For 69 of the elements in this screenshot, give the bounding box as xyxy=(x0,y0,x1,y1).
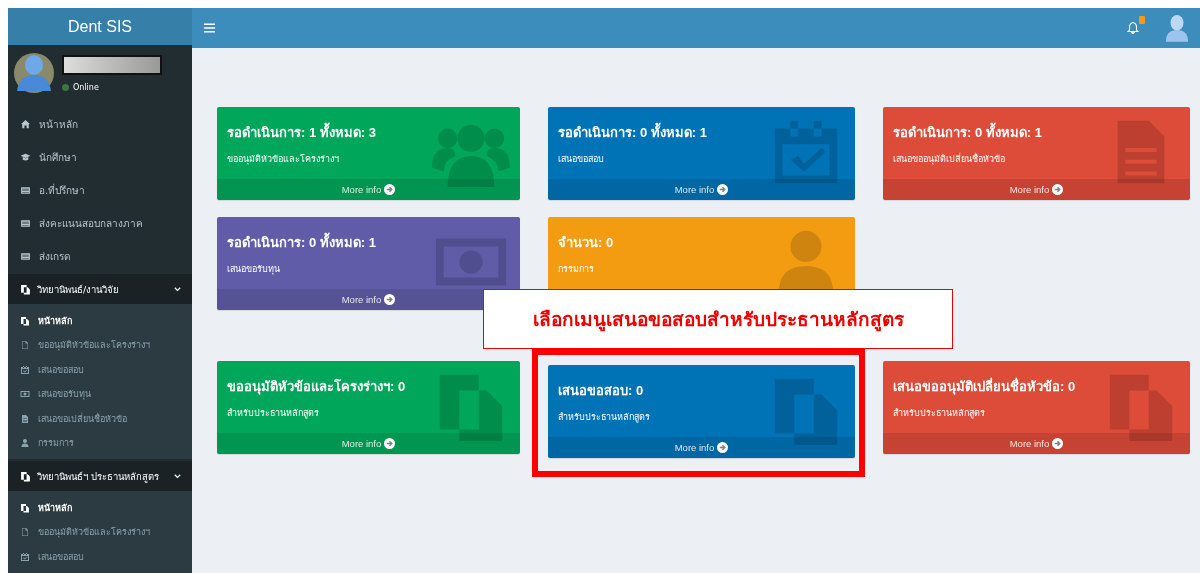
arrow-circle-icon xyxy=(1052,184,1064,195)
calendar-check-icon xyxy=(20,364,30,375)
card-subtitle: สำหรับประธานหลักสูตร xyxy=(227,407,320,420)
card-subtitle: กรรมการ xyxy=(558,263,595,276)
card-subtitle: เสนอขออนุมัติเปลี่ยนชื่อหัวข้อ xyxy=(893,152,1006,166)
arrow-circle-icon xyxy=(1052,438,1064,449)
files-icon xyxy=(20,470,31,482)
avatar-icon[interactable] xyxy=(1164,13,1190,43)
card-subtitle: ขออนุมัติหัวข้อและโครงร่างฯ xyxy=(227,153,340,166)
avatar-icon xyxy=(14,51,54,96)
files-icon xyxy=(20,283,31,295)
files-icon xyxy=(20,502,30,513)
card-title: รอดำเนินการ: 0 ทั้งหมด: 1 xyxy=(893,122,1180,143)
submenu-item[interactable]: เสนอขอสอบ xyxy=(8,544,192,569)
arrow-circle-icon xyxy=(717,184,729,195)
menu-item[interactable]: นักศึกษา xyxy=(8,141,192,175)
submenu-item[interactable]: ขออนุมัติหัวข้อและโครงร่างฯ xyxy=(8,519,192,545)
home-icon xyxy=(20,119,31,131)
chevron-icon xyxy=(173,471,182,481)
list-icon xyxy=(20,217,31,229)
list-icon xyxy=(20,184,31,196)
user-icon xyxy=(20,438,30,449)
calendar-check-icon xyxy=(20,551,30,562)
card-subtitle: สำหรับประธานหลักสูตร xyxy=(893,407,986,420)
more-info-link[interactable]: More info xyxy=(217,179,520,200)
more-info-link[interactable]: More info xyxy=(883,179,1190,200)
card-title: รอดำเนินการ: 0 ทั้งหมด: 1 xyxy=(227,232,510,253)
submenu-item[interactable]: หน้าหลัก xyxy=(8,495,192,520)
submenu-item[interactable]: เสนอขอสอบ xyxy=(8,357,192,382)
notification-bell-icon[interactable] xyxy=(1124,19,1142,37)
more-info-link[interactable]: More info xyxy=(548,437,855,458)
card-title: เสนอขอสอบ: 0 xyxy=(558,382,645,400)
menu-section[interactable]: วิทยานิพนธ์/งานวิจัย xyxy=(8,274,192,305)
list-icon xyxy=(20,250,31,262)
user-status: Online xyxy=(62,83,162,93)
card-title: รอดำเนินการ: 1 ทั้งหมด: 3 xyxy=(227,122,510,143)
document-icon xyxy=(20,413,30,424)
submenu-item[interactable]: เสนอขอรับทุน xyxy=(8,381,192,407)
arrow-circle-icon xyxy=(384,184,396,195)
card-title: รอดำเนินการ: 0 ทั้งหมด: 1 xyxy=(558,122,845,143)
chevron-icon xyxy=(173,284,182,294)
app-logo[interactable]: Dent SIS xyxy=(8,8,192,46)
files-icon xyxy=(20,315,30,326)
menu-section[interactable]: วิทยานิพนธ์ฯ ประธานหลักสูตร xyxy=(8,461,192,492)
file-icon xyxy=(20,527,30,538)
more-info-link[interactable]: More info xyxy=(217,433,520,454)
file-icon xyxy=(20,340,30,351)
more-info-link[interactable]: More info xyxy=(883,433,1190,454)
banknote-icon xyxy=(20,389,30,400)
arrow-circle-icon xyxy=(384,294,396,305)
card-title: เสนอขออนุมัติเปลี่ยนชื่อหัวข้อ: 0 xyxy=(893,376,1077,397)
arrow-circle-icon xyxy=(717,442,729,453)
submenu-item[interactable]: หน้าหลัก xyxy=(8,308,192,333)
menu-item[interactable]: ส่งเกรด xyxy=(8,239,192,273)
card-subtitle: สำหรับประธานหลักสูตร xyxy=(558,411,651,424)
graduation-cap-icon xyxy=(20,152,31,164)
card-title: ขออนุมัติหัวข้อและโครงร่างฯ: 0 xyxy=(227,378,407,397)
card-subtitle: เสนอขอรับทุน xyxy=(227,263,281,276)
instruction-tooltip: เลือกเมนูเสนอขอสอบสำหรับประธานหลักสูตร xyxy=(483,289,953,349)
menu-item[interactable]: อ.ที่ปรึกษา xyxy=(8,174,192,207)
card-title: จำนวน: 0 xyxy=(558,234,615,252)
arrow-circle-icon xyxy=(384,438,396,449)
more-info-link[interactable]: More info xyxy=(548,179,855,200)
submenu-item[interactable]: เสนอขอเปลี่ยนชื่อหัวข้อ xyxy=(8,406,192,431)
submenu-item[interactable]: กรรมการ xyxy=(8,430,192,456)
menu-item[interactable]: ส่งคะแนนสอบกลางภาค xyxy=(8,206,192,240)
card-subtitle: เสนอขอสอบ xyxy=(558,153,605,166)
menu-item[interactable]: หน้าหลัก xyxy=(8,108,192,142)
submenu-item[interactable]: ขออนุมัติหัวข้อและโครงร่างฯ xyxy=(8,332,192,358)
